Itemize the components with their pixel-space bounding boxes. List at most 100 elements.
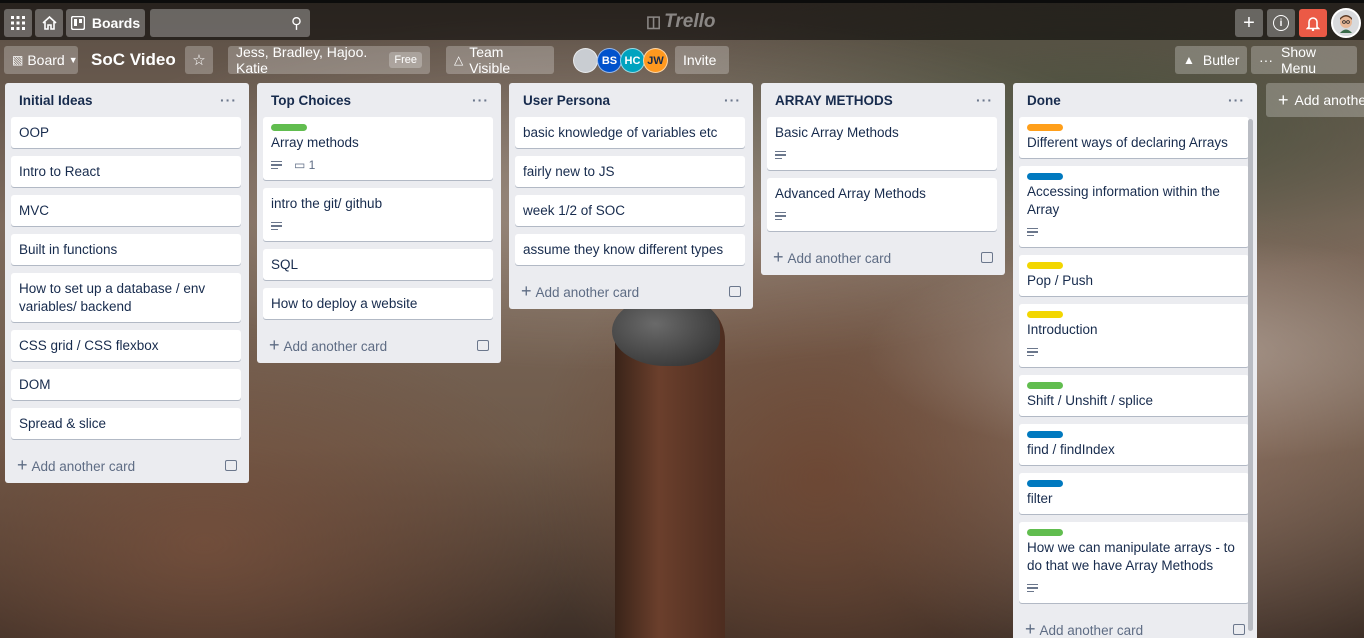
list-card[interactable]: MVC	[11, 195, 241, 226]
apps-grid-icon[interactable]	[4, 9, 32, 37]
add-card-composer[interactable]: + Add another card	[269, 335, 387, 356]
member-avatar[interactable]: JW	[643, 48, 668, 73]
list-card[interactable]: Accessing information within the Array	[1019, 166, 1249, 247]
add-card-button[interactable]: + Add another card	[5, 447, 249, 483]
add-card-button[interactable]: + Add another card	[1013, 611, 1257, 638]
card-label[interactable]	[1027, 124, 1063, 131]
butler-button[interactable]: ▲ Butler	[1175, 46, 1247, 74]
list-card[interactable]: CSS grid / CSS flexbox	[11, 330, 241, 361]
star-icon[interactable]: ☆	[185, 46, 213, 74]
invite-button[interactable]: Invite	[675, 46, 729, 74]
list-card[interactable]: SQL	[263, 249, 493, 280]
list-title[interactable]: User Persona	[523, 93, 610, 108]
info-icon[interactable]: i	[1267, 9, 1295, 37]
create-plus-icon[interactable]: +	[1235, 9, 1263, 37]
list-card[interactable]: filter	[1019, 473, 1249, 514]
card-template-icon[interactable]	[225, 459, 237, 471]
list-card[interactable]: find / findIndex	[1019, 424, 1249, 465]
visibility-button[interactable]: △ Team Visible	[446, 44, 554, 76]
list-card[interactable]: Built in functions	[11, 234, 241, 265]
home-icon[interactable]	[35, 9, 63, 37]
card-template-icon[interactable]	[981, 251, 993, 263]
list-card[interactable]: How we can manipulate arrays - to do tha…	[1019, 522, 1249, 603]
list-card[interactable]: Spread & slice	[11, 408, 241, 439]
list: Initial Ideas ··· OOP Intro to React MVC Buil…	[5, 83, 249, 483]
card-label[interactable]	[271, 124, 307, 131]
list-card[interactable]: week 1/2 of SOC	[515, 195, 745, 226]
show-menu-button[interactable]: ··· Show Menu	[1251, 44, 1357, 76]
add-card-button[interactable]: + Add another card	[257, 327, 501, 363]
list-menu-icon[interactable]: ···	[1228, 92, 1245, 108]
list-menu-icon[interactable]: ···	[976, 92, 993, 108]
board-title[interactable]: SoC Video	[91, 50, 176, 70]
list-card[interactable]: Advanced Array Methods	[767, 178, 997, 231]
card-label[interactable]	[1027, 431, 1063, 438]
list-card[interactable]: Shift / Unshift / splice	[1019, 375, 1249, 416]
list-card[interactable]: DOM	[11, 369, 241, 400]
card-label[interactable]	[1027, 311, 1063, 318]
boards-button[interactable]: Boards	[66, 9, 145, 37]
card-template-icon[interactable]	[1233, 623, 1245, 635]
list-scrollbar[interactable]	[1248, 119, 1253, 631]
list-title[interactable]: ARRAY METHODS	[775, 93, 893, 108]
card-title: filter	[1027, 491, 1053, 506]
list-card[interactable]: Different ways of declaring Arrays	[1019, 117, 1249, 158]
plus-icon: +	[773, 246, 784, 267]
board-view-switcher[interactable]: ▧ Board ▼	[4, 46, 78, 74]
list-title[interactable]: Initial Ideas	[19, 93, 93, 108]
list-card[interactable]: basic knowledge of variables etc	[515, 117, 745, 148]
list-title[interactable]: Done	[1027, 93, 1061, 108]
card-label[interactable]	[1027, 480, 1063, 487]
team-button[interactable]: Jess, Bradley, Hajoo. Katie Free	[228, 44, 430, 76]
card-label[interactable]	[1027, 173, 1063, 180]
card-title: assume they know different types	[523, 242, 724, 257]
list-header[interactable]: ARRAY METHODS ···	[761, 83, 1005, 117]
invite-label: Invite	[683, 52, 717, 68]
card-badges	[1027, 579, 1241, 597]
card-template-icon[interactable]	[729, 285, 741, 297]
add-card-button[interactable]: + Add another card	[761, 239, 1005, 275]
card-label[interactable]	[1027, 529, 1063, 536]
list-card[interactable]: How to set up a database / env variables…	[11, 273, 241, 322]
list-menu-icon[interactable]: ···	[724, 92, 741, 108]
add-card-button[interactable]: + Add another card	[509, 273, 753, 309]
card-label[interactable]	[1027, 262, 1063, 269]
list-card[interactable]: intro the git/ github	[263, 188, 493, 241]
list-card[interactable]: fairly new to JS	[515, 156, 745, 187]
list-header[interactable]: Done ···	[1013, 83, 1257, 117]
notification-bell-icon[interactable]	[1299, 9, 1327, 37]
list-header[interactable]: Top Choices ···	[257, 83, 501, 117]
list-card[interactable]: Array methods ▭ 1	[263, 117, 493, 180]
card-badges: ▭ 1	[271, 156, 485, 174]
list-card[interactable]: Basic Array Methods	[767, 117, 997, 170]
list-card[interactable]: assume they know different types	[515, 234, 745, 265]
list-header[interactable]: User Persona ···	[509, 83, 753, 117]
member-avatar[interactable]: BS	[597, 48, 622, 73]
add-card-composer[interactable]: + Add another card	[1025, 619, 1143, 638]
list-card[interactable]: Pop / Push	[1019, 255, 1249, 296]
list-card[interactable]: OOP	[11, 117, 241, 148]
list-menu-icon[interactable]: ···	[472, 92, 489, 108]
list-card[interactable]: How to deploy a website	[263, 288, 493, 319]
list: Done ··· Different ways of declaring Array…	[1013, 83, 1257, 638]
list-title[interactable]: Top Choices	[271, 93, 351, 108]
list-card[interactable]: Intro to React	[11, 156, 241, 187]
user-avatar[interactable]	[1331, 8, 1361, 38]
card-title: find / findIndex	[1027, 442, 1115, 457]
add-card-composer[interactable]: + Add another card	[521, 281, 639, 302]
list-card[interactable]: Introduction	[1019, 304, 1249, 367]
search-input[interactable]: ⚲	[150, 9, 310, 37]
add-list-button[interactable]: + Add another list	[1266, 83, 1364, 117]
list-menu-icon[interactable]: ···	[220, 92, 237, 108]
card-template-icon[interactable]	[477, 339, 489, 351]
list-header[interactable]: Initial Ideas ···	[5, 83, 249, 117]
trello-logo[interactable]: ◫ Trello	[646, 11, 716, 33]
member-avatar[interactable]	[573, 48, 598, 73]
member-avatar[interactable]: HC	[620, 48, 645, 73]
card-title: Different ways of declaring Arrays	[1027, 135, 1228, 150]
add-card-composer[interactable]: + Add another card	[773, 247, 891, 268]
card-title: Shift / Unshift / splice	[1027, 393, 1154, 408]
card-title: Basic Array Methods	[775, 125, 899, 140]
add-card-composer[interactable]: + Add another card	[17, 455, 135, 476]
card-label[interactable]	[1027, 382, 1063, 389]
